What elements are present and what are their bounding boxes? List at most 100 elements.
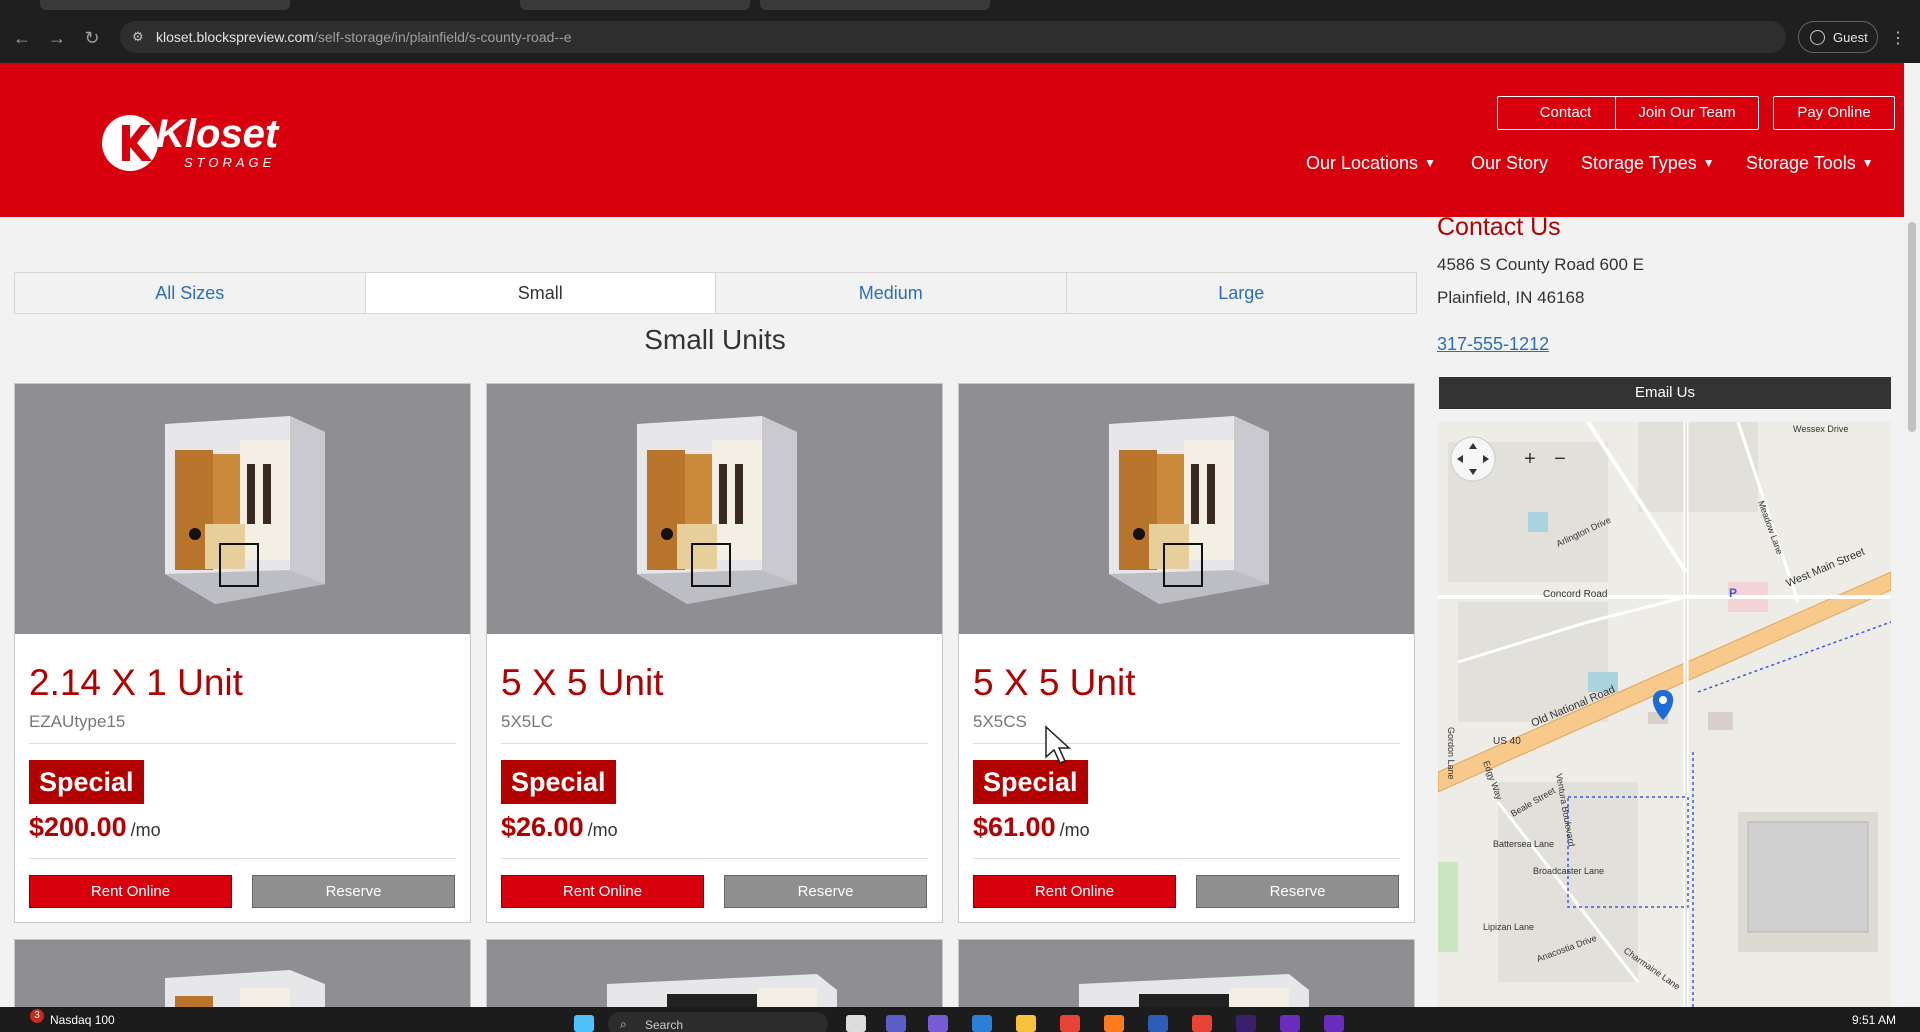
unit-image bbox=[487, 940, 942, 1007]
caret-down-icon: ▼ bbox=[1861, 156, 1874, 170]
unit-image bbox=[959, 940, 1414, 1007]
rent-online-button[interactable]: Rent Online bbox=[973, 875, 1176, 908]
zoom-out-button[interactable]: − bbox=[1554, 448, 1566, 470]
firefox-icon[interactable] bbox=[1104, 1015, 1124, 1032]
price-value: $26.00 bbox=[501, 812, 584, 842]
city-state-zip: Plainfield, IN 46168 bbox=[1437, 288, 1585, 307]
back-icon[interactable]: ← bbox=[10, 26, 34, 50]
start-icon[interactable] bbox=[574, 1015, 594, 1032]
nav-our-story[interactable]: Our Story bbox=[1471, 153, 1548, 174]
tab-small[interactable]: Small bbox=[364, 272, 716, 314]
contact-title: Contact Us bbox=[1437, 217, 1561, 241]
copilot-icon[interactable] bbox=[928, 1015, 948, 1032]
unit-card: 2.14 X 1 Unit EZAUtype15 Special $200.00… bbox=[14, 383, 471, 923]
phone-link[interactable]: 317-555-1212 bbox=[1437, 334, 1549, 355]
reserve-button[interactable]: Reserve bbox=[252, 875, 455, 908]
menu-icon[interactable]: ⋮ bbox=[1890, 28, 1906, 48]
forward-icon[interactable]: → bbox=[45, 26, 69, 50]
storage-unit-illustration bbox=[165, 416, 325, 604]
unit-card bbox=[958, 939, 1415, 1007]
app-icon[interactable] bbox=[1236, 1015, 1256, 1032]
taskbar-search[interactable]: ⌕ Search bbox=[608, 1012, 828, 1032]
browser-tab-strip bbox=[0, 0, 1920, 10]
scrollbar-thumb[interactable] bbox=[1908, 222, 1916, 432]
parking-label: P bbox=[1729, 586, 1737, 600]
map-canvas[interactable]: West Main Street Old National Road Conco… bbox=[1438, 422, 1891, 1007]
unit-name: 5 X 5 Unit bbox=[973, 662, 1136, 703]
reload-icon[interactable]: ↻ bbox=[80, 26, 104, 50]
unit-image bbox=[15, 940, 470, 1007]
nav-label: Storage Types bbox=[1581, 153, 1697, 173]
nav-label: Our Locations bbox=[1306, 153, 1419, 173]
join-our-team-button[interactable]: Join Our Team bbox=[1615, 96, 1759, 130]
map-label: Gordon Lane bbox=[1446, 727, 1456, 780]
logo-text: Kloset bbox=[156, 112, 280, 156]
price-value: $200.00 bbox=[29, 812, 127, 842]
special-badge: Special bbox=[973, 760, 1088, 804]
stock-widget[interactable]: Nasdaq 100 bbox=[50, 1013, 115, 1027]
map-controls: + − bbox=[1450, 436, 1566, 482]
kloset-logo[interactable]: Kloset STORAGE bbox=[100, 99, 290, 179]
unit-price: $200.00/mo bbox=[29, 812, 161, 843]
unit-code: 5X5LC bbox=[501, 712, 553, 731]
contact-button[interactable]: Contact bbox=[1497, 96, 1634, 130]
map-label: Lipizan Lane bbox=[1483, 922, 1534, 932]
divider bbox=[501, 743, 928, 744]
logo-sub: STORAGE bbox=[184, 155, 275, 170]
address-line: 4586 S County Road 600 E bbox=[1437, 255, 1644, 274]
address-bar[interactable]: ⚙ kloset.blockspreview.com/self-storage/… bbox=[120, 21, 1786, 53]
url-text: kloset.blockspreview.com/self-storage/in… bbox=[156, 29, 572, 45]
profile-button[interactable]: Guest bbox=[1798, 21, 1878, 53]
nav-storage-types[interactable]: Storage Types ▼ bbox=[1581, 153, 1715, 174]
divider bbox=[29, 743, 456, 744]
nav-storage-tools[interactable]: Storage Tools ▼ bbox=[1746, 153, 1874, 174]
location-map[interactable]: West Main Street Old National Road Conco… bbox=[1438, 422, 1891, 1007]
search-icon: ⌕ bbox=[620, 1017, 627, 1031]
page-content: All Sizes Small Medium Large Small Units… bbox=[0, 217, 1904, 1007]
tab-all-sizes[interactable]: All Sizes bbox=[14, 272, 366, 314]
reserve-button[interactable]: Reserve bbox=[724, 875, 927, 908]
map-label: Wessex Drive bbox=[1793, 424, 1848, 434]
pay-online-button[interactable]: Pay Online bbox=[1773, 96, 1895, 130]
unit-price: $61.00/mo bbox=[973, 812, 1090, 843]
divider bbox=[973, 858, 1400, 859]
unit-card bbox=[14, 939, 471, 1007]
rent-online-button[interactable]: Rent Online bbox=[29, 875, 232, 908]
teams-icon[interactable] bbox=[886, 1015, 906, 1032]
storage-unit-illustration bbox=[607, 974, 837, 1007]
word-icon[interactable] bbox=[1148, 1015, 1168, 1032]
section-title: Small Units bbox=[644, 324, 786, 355]
app-icon[interactable] bbox=[1324, 1015, 1344, 1032]
reserve-button[interactable]: Reserve bbox=[1196, 875, 1399, 908]
unit-card: 5 X 5 Unit 5X5CS Special $61.00/mo Rent … bbox=[958, 383, 1415, 923]
browser-tab[interactable] bbox=[40, 0, 290, 10]
chrome-icon[interactable] bbox=[1060, 1015, 1080, 1032]
unit-image bbox=[15, 384, 470, 634]
folder-icon[interactable] bbox=[1016, 1015, 1036, 1032]
site-info-icon[interactable]: ⚙ bbox=[132, 29, 148, 45]
browser-tab[interactable] bbox=[520, 0, 750, 10]
price-value: $61.00 bbox=[973, 812, 1056, 842]
chrome-icon[interactable] bbox=[1192, 1015, 1212, 1032]
divider bbox=[501, 858, 928, 859]
zoom-in-button[interactable]: + bbox=[1524, 448, 1536, 470]
rent-online-button[interactable]: Rent Online bbox=[501, 875, 704, 908]
page-scrollbar[interactable] bbox=[1904, 63, 1920, 1007]
caret-down-icon: ▼ bbox=[1424, 156, 1436, 170]
unit-card bbox=[486, 939, 943, 1007]
mouse-cursor-icon bbox=[1045, 725, 1071, 764]
email-us-button[interactable]: Email Us bbox=[1439, 377, 1891, 409]
profile-icon bbox=[1810, 30, 1825, 45]
caret-down-icon: ▼ bbox=[1702, 156, 1715, 170]
tab-large[interactable]: Large bbox=[1065, 272, 1417, 314]
profile-label: Guest bbox=[1833, 30, 1868, 45]
notification-badge: 3 bbox=[30, 1009, 44, 1023]
tab-medium[interactable]: Medium bbox=[715, 272, 1067, 314]
unit-image bbox=[487, 384, 942, 634]
special-badge: Special bbox=[501, 760, 616, 804]
app-icon[interactable] bbox=[1280, 1015, 1300, 1032]
browser-tab[interactable] bbox=[760, 0, 990, 10]
nav-our-locations[interactable]: Our Locations ▼ bbox=[1306, 153, 1436, 174]
file-icon[interactable] bbox=[846, 1015, 866, 1032]
store-icon[interactable] bbox=[972, 1015, 992, 1032]
